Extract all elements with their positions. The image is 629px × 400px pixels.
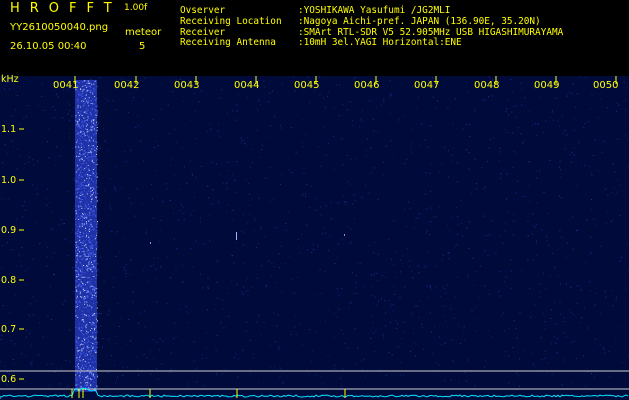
freq-label-0-7: 0.7 [1,324,17,335]
signal-band [75,80,98,392]
datetime-label: 26.10.05 00:40 [10,41,87,52]
time-label-0042: 0042 [114,80,140,91]
axis-unit-label: kHz [1,74,19,85]
freq-label-0-8: 0.8 [1,275,17,286]
app-title: HROFFT [10,1,122,16]
time-label-0045: 0045 [294,80,320,91]
freq-label-0-9: 0.9 [1,225,17,236]
info-row-location: Receiving Location:Nagoya Aichi-pref. JA… [180,15,541,27]
meteor-echo-0 [236,232,237,240]
time-label-0048: 0048 [474,80,500,91]
time-label-0049: 0049 [534,80,560,91]
info-row-antenna: Receiving Antenna:10mH 3el.YAGI Horizont… [180,37,462,49]
freq-label-0-6: 0.6 [1,374,17,385]
filename-label: YY2610050040.png [10,22,109,33]
time-label-0044: 0044 [234,80,260,91]
spectrogram-panel [0,76,629,400]
header-panel: HROFFT 1.00f YY2610050040.png 26.10.05 0… [0,0,629,76]
time-label-0041: 0041 [53,80,79,91]
freq-label-1-1: 1.1 [1,124,17,135]
time-label-0047: 0047 [414,80,440,91]
baseline-trace [0,387,629,399]
meteor-echo-2 [344,234,345,236]
spectrogram-plot [0,76,629,399]
meteor-echo-1 [150,242,151,244]
meteor-count: 5 [139,41,146,52]
station-info: Ovserver:YOSHIKAWA Yasufumi /JG2MLI Rece… [180,5,563,49]
version-label: 1.00f [124,3,148,13]
freq-label-1-0: 1.0 [1,175,17,186]
meteor-label: meteor [125,27,162,38]
time-label-0046: 0046 [354,80,380,91]
time-label-0043: 0043 [174,80,200,91]
time-label-0050: 0050 [593,80,619,91]
